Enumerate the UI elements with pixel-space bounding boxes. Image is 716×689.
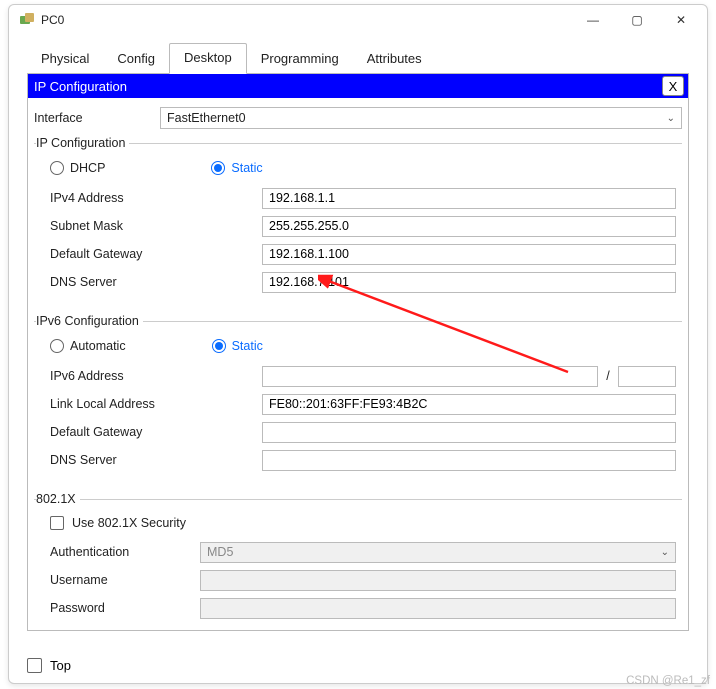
ip-config-group: IP Configuration DHCP Static IPv4 Addres… bbox=[34, 136, 682, 306]
close-button[interactable]: ✕ bbox=[659, 6, 703, 34]
ipv6-prefix-input[interactable] bbox=[618, 366, 676, 387]
chevron-down-icon: ⌄ bbox=[667, 113, 675, 124]
default-gateway-input[interactable] bbox=[262, 244, 676, 265]
tab-config[interactable]: Config bbox=[103, 45, 169, 74]
ipv6-dns-label: DNS Server bbox=[50, 453, 262, 467]
password-label: Password bbox=[50, 601, 200, 615]
titlebar: PC0 — ▢ ✕ bbox=[9, 5, 707, 35]
watermark: CSDN @Re1_zf bbox=[626, 675, 710, 687]
ipv6-gateway-label: Default Gateway bbox=[50, 425, 262, 439]
static-ipv6-radio[interactable]: Static bbox=[212, 339, 263, 353]
username-label: Username bbox=[50, 573, 200, 587]
tab-attributes[interactable]: Attributes bbox=[353, 45, 436, 74]
interface-value: FastEthernet0 bbox=[167, 111, 246, 125]
link-local-input[interactable] bbox=[262, 394, 676, 415]
panel-title: IP Configuration bbox=[34, 79, 127, 94]
tab-bar: Physical Config Desktop Programming Attr… bbox=[9, 35, 707, 74]
subnet-mask-label: Subnet Mask bbox=[50, 219, 262, 233]
ipv6-dns-input[interactable] bbox=[262, 450, 676, 471]
tab-physical[interactable]: Physical bbox=[27, 45, 103, 74]
maximize-button[interactable]: ▢ bbox=[615, 6, 659, 34]
dot1x-group: 802.1X Use 802.1X Security Authenticatio… bbox=[34, 492, 682, 632]
window-title: PC0 bbox=[41, 13, 64, 27]
top-label: Top bbox=[50, 658, 71, 673]
authentication-value: MD5 bbox=[207, 545, 233, 559]
panel: IP Configuration X Interface FastEtherne… bbox=[27, 73, 689, 631]
ipv6-address-input[interactable] bbox=[262, 366, 598, 387]
ipv4-address-input[interactable] bbox=[262, 188, 676, 209]
ip-config-legend: IP Configuration bbox=[36, 136, 129, 150]
ipv6-config-legend: IPv6 Configuration bbox=[36, 314, 143, 328]
ipv6-mode-row: Automatic Static bbox=[40, 330, 676, 362]
username-input[interactable] bbox=[200, 570, 676, 591]
link-local-label: Link Local Address bbox=[50, 397, 262, 411]
use-8021x-checkbox[interactable] bbox=[50, 516, 64, 530]
default-gateway-label: Default Gateway bbox=[50, 247, 262, 261]
authentication-label: Authentication bbox=[50, 545, 200, 559]
interface-row: Interface FastEthernet0 ⌄ bbox=[34, 104, 682, 132]
ipv6-config-group: IPv6 Configuration Automatic Static IPv6… bbox=[34, 314, 682, 484]
interface-label: Interface bbox=[34, 111, 160, 125]
ipv4-address-label: IPv4 Address bbox=[50, 191, 262, 205]
password-input[interactable] bbox=[200, 598, 676, 619]
ip-mode-row: DHCP Static bbox=[40, 152, 676, 184]
dhcp-radio[interactable]: DHCP bbox=[50, 161, 105, 175]
automatic-radio[interactable]: Automatic bbox=[50, 339, 126, 353]
minimize-button[interactable]: — bbox=[571, 6, 615, 34]
panel-close-button[interactable]: X bbox=[662, 76, 684, 96]
interface-select[interactable]: FastEthernet0 ⌄ bbox=[160, 107, 682, 129]
footer: Top bbox=[27, 658, 71, 673]
chevron-down-icon: ⌄ bbox=[661, 547, 669, 558]
dot1x-legend: 802.1X bbox=[36, 492, 80, 506]
authentication-select[interactable]: MD5 ⌄ bbox=[200, 542, 676, 563]
app-icon bbox=[19, 12, 35, 28]
ipv6-address-label: IPv6 Address bbox=[50, 369, 262, 383]
tab-programming[interactable]: Programming bbox=[247, 45, 353, 74]
tab-desktop[interactable]: Desktop bbox=[169, 43, 247, 74]
subnet-mask-input[interactable] bbox=[262, 216, 676, 237]
dns-server-input[interactable] bbox=[262, 272, 676, 293]
app-window: PC0 — ▢ ✕ Physical Config Desktop Progra… bbox=[8, 4, 708, 684]
panel-content: Interface FastEthernet0 ⌄ IP Configurati… bbox=[28, 98, 688, 646]
top-checkbox[interactable] bbox=[27, 658, 42, 673]
panel-header: IP Configuration X bbox=[28, 74, 688, 98]
use-8021x-label: Use 802.1X Security bbox=[72, 516, 186, 530]
ipv6-prefix-slash: / bbox=[598, 369, 618, 383]
static-radio[interactable]: Static bbox=[211, 161, 262, 175]
ipv6-gateway-input[interactable] bbox=[262, 422, 676, 443]
dns-server-label: DNS Server bbox=[50, 275, 262, 289]
